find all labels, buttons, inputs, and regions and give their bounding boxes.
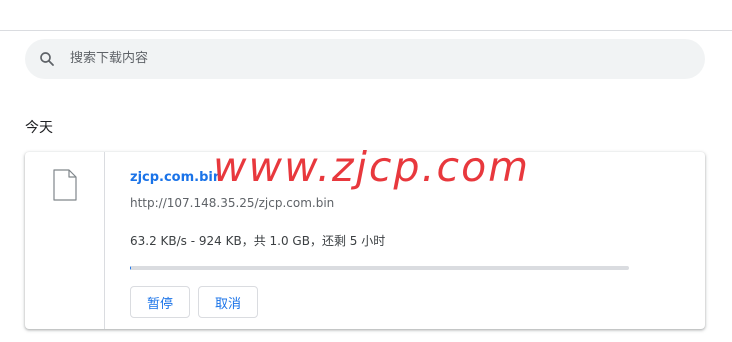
file-icon-column [25,152,105,329]
date-group-heading: 今天 [25,120,53,136]
cancel-button[interactable]: 取消 [198,286,258,318]
search-icon [40,52,54,66]
download-progress-bar [130,266,629,270]
download-status: 63.2 KB/s - 924 KB，共 1.0 GB，还剩 5 小时 [130,234,386,248]
file-url[interactable]: http://107.148.35.25/zjcp.com.bin [130,196,334,210]
pause-button[interactable]: 暂停 [130,286,190,318]
search-bar[interactable] [25,39,705,79]
file-icon [53,169,77,201]
file-name-link[interactable]: zjcp.com.bin [130,170,222,185]
top-divider [0,30,732,31]
watermark-text: www.zjcp.com [213,143,531,191]
search-input[interactable] [70,39,690,79]
